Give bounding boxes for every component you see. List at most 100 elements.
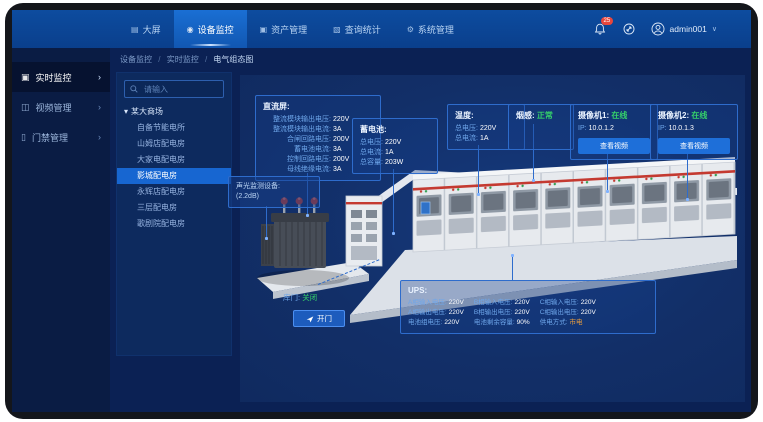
view-video-button[interactable]: 查看视频 <box>578 138 650 154</box>
field-value: 220V <box>480 125 496 132</box>
field-value: 1A <box>480 135 489 142</box>
callout-camera1: 摄像机1: 在线 IP:10.0.1.2 查看视频 <box>570 104 658 160</box>
field-value: 3A <box>333 146 342 153</box>
tab-asset-management[interactable]: ▣ 资产管理 <box>247 10 321 48</box>
statistics-icon: ▧ <box>333 25 341 34</box>
field-value: 220V <box>515 299 530 306</box>
fullscreen-button[interactable] <box>622 22 636 36</box>
main-nav: ▤ 大屏 ◉ 设备监控 ▣ 资产管理 ▧ 查询统计 ⚙ 系统管理 <box>118 10 467 48</box>
sidebar-item-realtime-monitor[interactable]: ▣ 实时监控 › <box>12 62 110 92</box>
gear-icon: ⚙ <box>407 25 414 34</box>
field-label: C相输入电压: <box>540 299 579 306</box>
callout-title: 摄像机1: 在线 <box>578 110 650 121</box>
tree-root-node[interactable]: ▾ 某大商场 <box>117 104 231 120</box>
field-label: 总电压: <box>360 139 383 146</box>
tree-collapse-arrow-icon[interactable]: ▾ <box>124 107 128 116</box>
top-nav-bar: ▤ 大屏 ◉ 设备监控 ▣ 资产管理 ▧ 查询统计 ⚙ 系统管理 <box>12 10 751 48</box>
sound-monitor-label: 声光监测设备: <box>236 182 312 192</box>
tree-item[interactable]: 永辉店配电房 <box>117 184 231 200</box>
field-value: 220V <box>515 309 530 316</box>
tree-search-box[interactable] <box>124 80 224 98</box>
ups-phase-c: C相输入电压:220V C相输出电压:220V 供电方式:市电 <box>540 298 596 328</box>
field-value: 3A <box>333 126 342 133</box>
tab-label: 资产管理 <box>271 23 307 36</box>
field-label: 合闸回路电压: <box>263 135 331 145</box>
field-label: B相输入电压: <box>474 299 513 306</box>
tree-item[interactable]: 自备节能电所 <box>117 120 231 136</box>
view-video-button[interactable]: 查看视频 <box>658 138 730 154</box>
field-label: 总电压: <box>455 125 478 132</box>
field-label: B相输出电压: <box>474 309 513 316</box>
sound-monitor-value: (2.2dB) <box>236 192 312 202</box>
tree-item[interactable]: 大家电配电房 <box>117 152 231 168</box>
field-label: 总电流: <box>455 135 478 142</box>
sidebar-item-access-control[interactable]: ▯ 门禁管理 › <box>12 122 110 152</box>
tab-label: 大屏 <box>143 23 161 36</box>
tree-item-selected[interactable]: 影城配电房 <box>117 168 231 184</box>
field-value: 1A <box>385 149 394 156</box>
field-label: 母线绝缘电流: <box>263 165 331 175</box>
search-input[interactable] <box>142 84 218 95</box>
alarm-bell-button[interactable]: 25 <box>593 22 607 36</box>
user-menu[interactable]: admin001 ∨ <box>651 22 717 36</box>
tab-query-statistics[interactable]: ▧ 查询统计 <box>320 10 394 48</box>
tab-label: 设备监控 <box>198 23 234 36</box>
leader-line <box>512 256 513 280</box>
door-status: 关闭 <box>302 293 317 302</box>
camera1-label: 摄像机1: <box>578 111 609 120</box>
ip-value: 10.0.1.3 <box>669 125 694 132</box>
video-icon: ◫ <box>21 102 30 113</box>
field-label: 总容量: <box>360 159 383 166</box>
sidebar-item-label: 门禁管理 <box>32 131 68 144</box>
app-window: ▤ 大屏 ◉ 设备监控 ▣ 资产管理 ▧ 查询统计 ⚙ 系统管理 <box>12 10 751 412</box>
tree-item[interactable]: 山姆店配电房 <box>117 136 231 152</box>
ip-value: 10.0.1.2 <box>589 125 614 132</box>
leader-dot <box>532 179 535 182</box>
field-label: 供电方式: <box>540 319 568 326</box>
leader-dot <box>392 232 395 235</box>
field-label: 整流模块输出电压: <box>263 115 331 125</box>
open-door-button[interactable]: 开门 <box>293 310 345 327</box>
tree-root-label: 某大商场 <box>131 106 163 117</box>
tree-item[interactable]: 歌剧院配电房 <box>117 216 231 232</box>
field-label: 总电流: <box>360 149 383 156</box>
field-value: 市电 <box>570 319 583 326</box>
breadcrumb-item[interactable]: 实时监控 <box>167 55 199 64</box>
left-sidebar: ▣ 实时监控 › ◫ 视频管理 › ▯ 门禁管理 › <box>12 48 110 412</box>
leader-dot <box>306 214 309 217</box>
open-door-icon <box>306 315 314 323</box>
ip-label: IP: <box>578 125 587 132</box>
breadcrumb-separator: / <box>205 55 207 64</box>
field-value: 220V <box>581 299 596 306</box>
camera1-status: 在线 <box>611 111 627 120</box>
tab-label: 系统管理 <box>418 23 454 36</box>
ups-phase-a: A相输入电压:220V A相输出电压:220V 电池组电压:220V <box>408 298 464 328</box>
username: admin001 <box>670 24 707 34</box>
breadcrumb-item[interactable]: 设备监控 <box>120 55 152 64</box>
leader-line <box>266 206 267 238</box>
leader-dot <box>511 254 514 257</box>
leader-dot <box>477 193 480 196</box>
field-value: 3A <box>333 166 342 173</box>
tab-bigscreen[interactable]: ▤ 大屏 <box>118 10 174 48</box>
leader-line <box>393 169 394 233</box>
field-label: 蓄电池电流: <box>263 145 331 155</box>
field-label: 电池组电压: <box>408 319 442 326</box>
field-label: 电池剩余容量: <box>474 319 515 326</box>
chevron-right-icon: › <box>98 102 101 112</box>
tab-system-management[interactable]: ⚙ 系统管理 <box>394 10 467 48</box>
tree-item[interactable]: 三层配电房 <box>117 200 231 216</box>
callout-camera2: 摄像机2: 在线 IP:10.0.1.3 查看视频 <box>650 104 738 160</box>
leader-dot <box>265 237 268 240</box>
tab-device-monitor[interactable]: ◉ 设备监控 <box>174 10 247 48</box>
chevron-right-icon: › <box>98 132 101 142</box>
breadcrumb-separator: / <box>158 55 160 64</box>
header-right-tools: 25 admin001 ∨ <box>593 22 751 36</box>
field-value: 203W <box>385 159 403 166</box>
sidebar-item-label: 实时监控 <box>36 71 72 84</box>
door-label: 库门: <box>283 293 300 302</box>
door-access-icon: ▯ <box>21 132 26 143</box>
sidebar-item-video-management[interactable]: ◫ 视频管理 › <box>12 92 110 122</box>
monitor-icon: ▣ <box>21 72 30 83</box>
room-tree-panel: ▾ 某大商场 自备节能电所 山姆店配电房 大家电配电房 影城配电房 永辉店配电房… <box>116 72 232 356</box>
